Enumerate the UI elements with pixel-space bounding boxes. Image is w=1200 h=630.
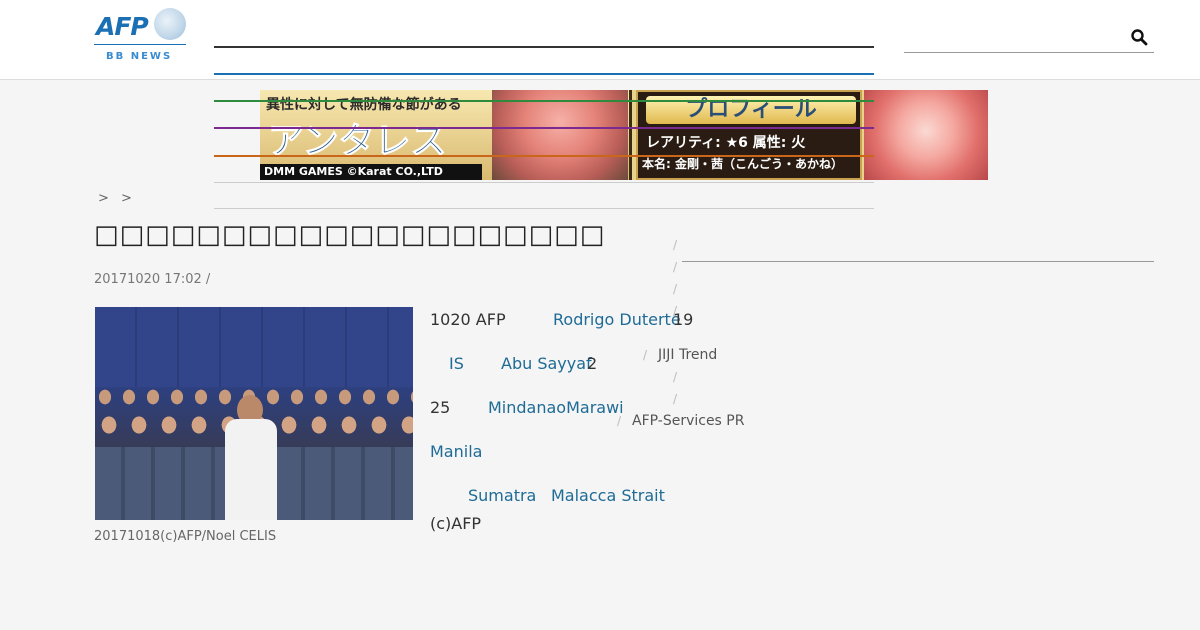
sidebar-separator: / <box>673 392 678 406</box>
logo-subtitle: BB NEWS <box>106 51 173 62</box>
breadcrumb[interactable]: > > <box>98 191 136 206</box>
sidebar-separator: / <box>643 348 648 362</box>
site-header: AFP BB NEWS <box>0 0 1200 80</box>
search-icon[interactable] <box>1130 28 1148 46</box>
sidebar-rule <box>682 261 1154 262</box>
tag-link[interactable]: Sumatra <box>468 486 536 505</box>
globe-icon <box>154 8 186 40</box>
sidebar-link-afp-services[interactable]: AFP-Services PR <box>632 413 744 429</box>
nav-bar-active-rule <box>214 73 874 75</box>
ad-publisher: DMM GAMES ©Karat CO.,LTD <box>260 164 482 180</box>
article-date: 20171020 17:02 / <box>94 272 211 287</box>
ad-tagline: 異性に対して無防備な節がある <box>266 97 462 113</box>
sidebar-separator: / <box>673 260 678 274</box>
article-photo[interactable] <box>95 307 413 520</box>
ad-character-image <box>492 90 628 180</box>
ad-character-portrait <box>864 90 988 180</box>
article-title: □□□□□□□□□□□□□□□□□□□□ <box>94 220 606 250</box>
sidebar-separator: / <box>673 282 678 296</box>
ad-rarity: レアリティ: ★6 属性: 火 <box>646 135 806 151</box>
sidebar-link-jiji-trend[interactable]: JIJI Trend <box>658 347 717 363</box>
nav-submenu-rule-orange <box>214 155 874 157</box>
body-text: 1020 AFP <box>430 310 506 329</box>
logo-divider <box>94 44 186 45</box>
tag-link[interactable]: Rodrigo Duterte <box>553 310 681 329</box>
ad-game-panel: 異性に対して無防備な節がある アンタレス DMM GAMES ©Karat CO… <box>260 90 632 180</box>
afpbb-logo[interactable]: AFP BB NEWS <box>94 8 186 64</box>
logo-brand: AFP <box>96 12 149 41</box>
photo-background <box>95 307 413 387</box>
photo-subject-shirt <box>225 419 277 520</box>
nav-submenu-rule-green <box>214 100 874 102</box>
photo-caption: 20171018(c)AFP/Noel CELIS <box>94 529 277 544</box>
sidebar-separator: / <box>673 370 678 384</box>
ad-real-name: 本名: 金剛・茜（こんごう・あかね） <box>642 157 843 171</box>
photo-credit: (c)AFP <box>430 514 482 533</box>
search-box <box>904 24 1154 53</box>
body-text: 25 <box>430 398 451 417</box>
tag-link[interactable]: MindanaoMarawi <box>488 398 624 417</box>
section-divider <box>214 208 874 209</box>
section-divider <box>214 182 874 183</box>
tag-link[interactable]: Manila <box>430 442 482 461</box>
tag-link[interactable]: Malacca Strait <box>551 486 665 505</box>
sidebar-separator: / <box>673 238 678 252</box>
body-text: 2 <box>587 354 598 373</box>
ad-profile-panel: プロフィール レアリティ: ★6 属性: 火 本名: 金剛・茜（こんごう・あかね… <box>636 90 862 180</box>
tag-link[interactable]: Abu Sayyaf <box>501 354 592 373</box>
search-input[interactable] <box>904 24 1124 52</box>
ad-banner[interactable]: 異性に対して無防備な節がある アンタレス DMM GAMES ©Karat CO… <box>260 90 988 180</box>
sidebar-separator: / <box>673 304 678 318</box>
nav-submenu-rule-purple <box>214 127 874 129</box>
sidebar-separator: / <box>617 414 622 428</box>
nav-bar-top-rule <box>214 46 874 48</box>
tag-link[interactable]: IS <box>449 354 464 373</box>
